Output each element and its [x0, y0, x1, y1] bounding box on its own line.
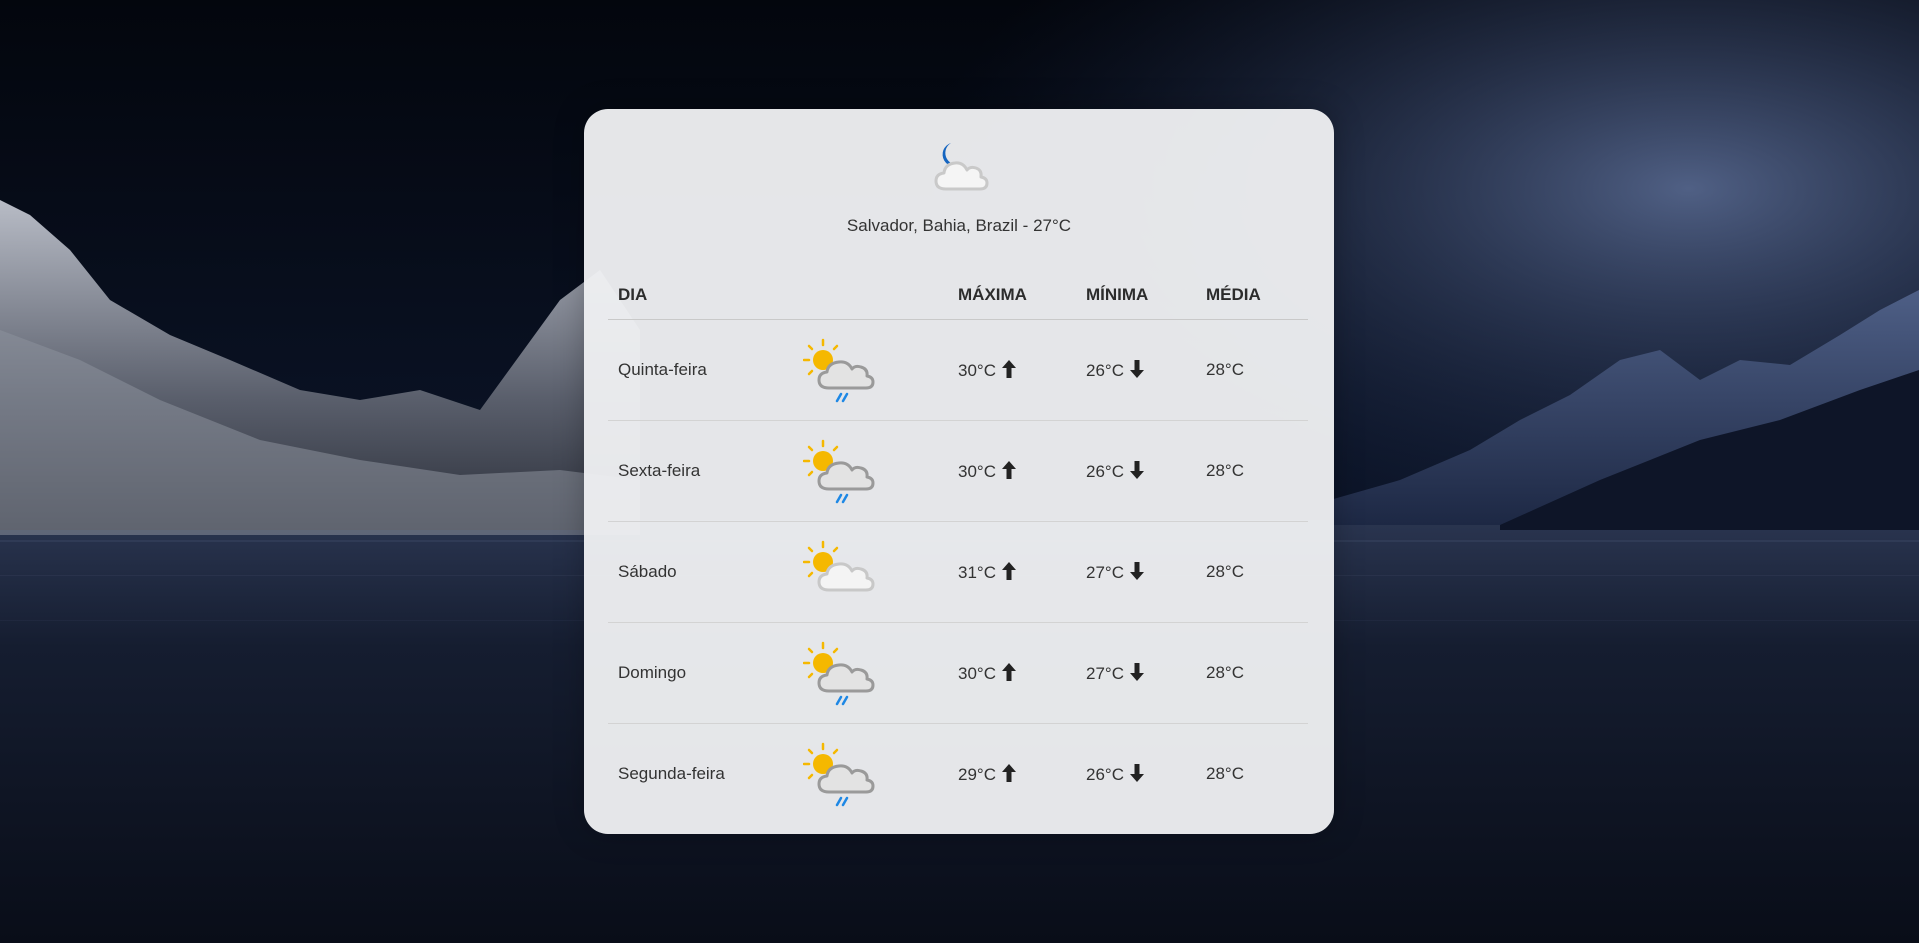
max-temp: 30°C: [958, 360, 1016, 381]
min-temp-value: 26°C: [1086, 361, 1124, 380]
min-temp-value: 27°C: [1086, 664, 1124, 683]
min-temp-value: 27°C: [1086, 563, 1124, 582]
table-row: Segunda-feira 29°C 26°C 28°C: [608, 724, 1308, 824]
arrow-up-icon: [1001, 461, 1016, 479]
table-row: Sábado 31°C 27°C 28°C: [608, 522, 1308, 623]
table-row: Quinta-feira 30°C 26°C 28°C: [608, 320, 1308, 421]
day-label: Sexta-feira: [618, 461, 701, 480]
day-label: Quinta-feira: [618, 360, 707, 379]
min-temp: 27°C: [1086, 663, 1144, 684]
sun-cloud-rain-icon: [803, 338, 875, 403]
sun-cloud-rain-icon: [803, 742, 875, 807]
sun-cloud-icon: [803, 540, 875, 592]
min-temp: 26°C: [1086, 764, 1144, 785]
day-label: Segunda-feira: [618, 764, 725, 783]
max-temp: 30°C: [958, 461, 1016, 482]
avg-temp: 28°C: [1206, 562, 1244, 581]
avg-temp: 28°C: [1206, 663, 1244, 682]
weather-card: Salvador, Bahia, Brazil - 27°C DIA MÁXIM…: [584, 109, 1334, 834]
min-temp: 26°C: [1086, 360, 1144, 381]
max-temp-value: 30°C: [958, 462, 996, 481]
min-temp: 26°C: [1086, 461, 1144, 482]
header-avg: MÉDIA: [1206, 285, 1261, 304]
table-row: Domingo 30°C 27°C 28°C: [608, 623, 1308, 724]
table-header: DIA MÁXIMA MÍNIMA MÉDIA: [608, 269, 1308, 320]
arrow-down-icon: [1129, 360, 1144, 378]
arrow-down-icon: [1129, 461, 1144, 479]
table-row: Sexta-feira 30°C 26°C 28°C: [608, 421, 1308, 522]
avg-temp: 28°C: [1206, 461, 1244, 480]
arrow-down-icon: [1129, 663, 1144, 681]
arrow-up-icon: [1001, 764, 1016, 782]
day-label: Sábado: [618, 562, 677, 581]
arrow-up-icon: [1001, 663, 1016, 681]
avg-temp: 28°C: [1206, 764, 1244, 783]
header-day: DIA: [618, 285, 648, 304]
max-temp: 30°C: [958, 663, 1016, 684]
min-temp-value: 26°C: [1086, 462, 1124, 481]
arrow-down-icon: [1129, 764, 1144, 782]
max-temp-value: 31°C: [958, 563, 996, 582]
arrow-up-icon: [1001, 562, 1016, 580]
day-label: Domingo: [618, 663, 687, 682]
max-temp-value: 29°C: [958, 765, 996, 784]
max-temp: 29°C: [958, 764, 1016, 785]
sun-cloud-rain-icon: [803, 641, 875, 706]
min-temp-value: 26°C: [1086, 765, 1124, 784]
max-temp-value: 30°C: [958, 361, 996, 380]
arrow-up-icon: [1001, 360, 1016, 378]
min-temp: 27°C: [1086, 562, 1144, 583]
current-location-temperature: Salvador, Bahia, Brazil - 27°C: [846, 216, 1072, 235]
sun-cloud-rain-icon: [803, 439, 875, 504]
max-temp-value: 30°C: [958, 664, 996, 683]
avg-temp: 28°C: [1206, 360, 1244, 379]
header-max: MÁXIMA: [958, 285, 1027, 304]
moon-cloud-icon: [934, 143, 989, 191]
max-temp: 31°C: [958, 562, 1016, 583]
forecast-table: DIA MÁXIMA MÍNIMA MÉDIA Quinta-feira 30°…: [608, 269, 1308, 824]
arrow-down-icon: [1129, 562, 1144, 580]
header-min: MÍNIMA: [1086, 285, 1149, 304]
